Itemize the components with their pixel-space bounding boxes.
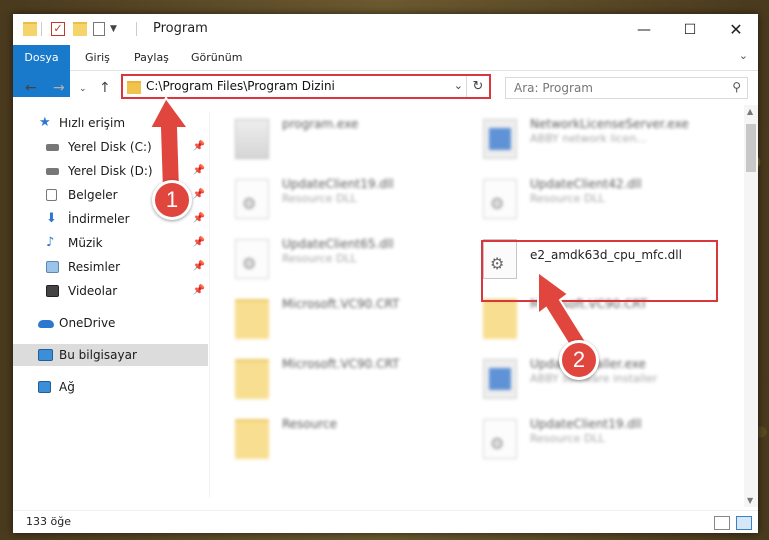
step-badge-1: 1 bbox=[152, 180, 192, 220]
step-badge-2: 2 bbox=[559, 340, 599, 380]
arrow-to-address-bar bbox=[148, 96, 190, 191]
annotation-arrows bbox=[148, 96, 592, 358]
